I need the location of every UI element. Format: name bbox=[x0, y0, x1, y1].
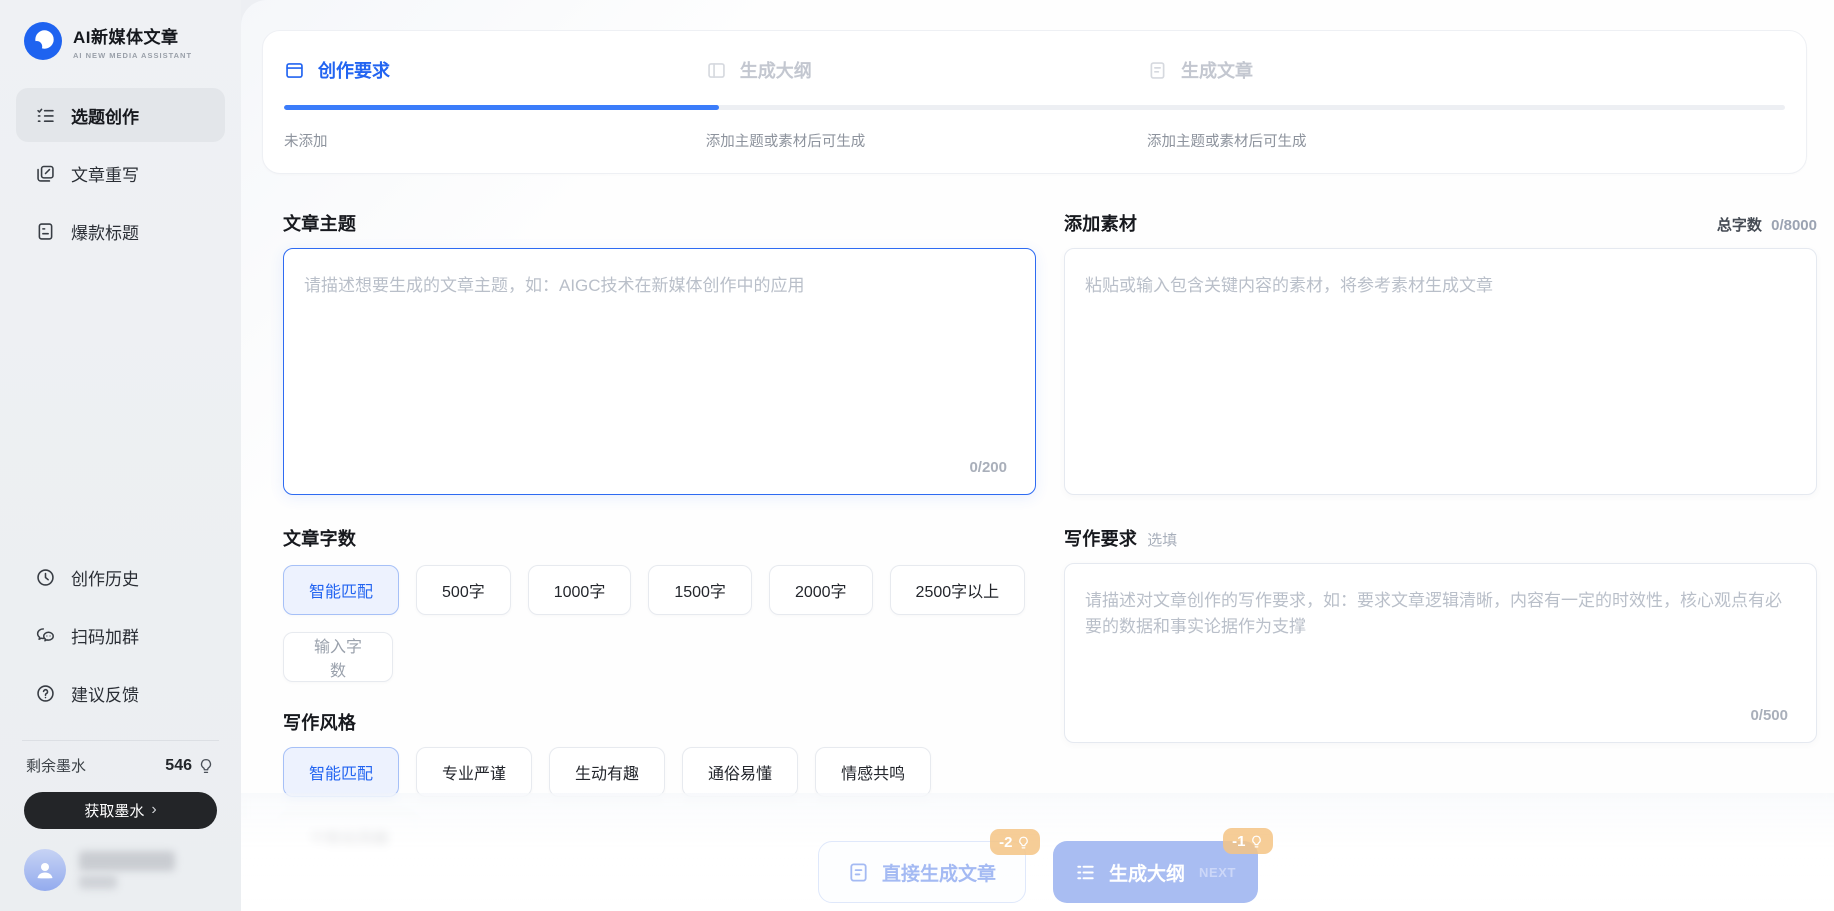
next-tag: NEXT bbox=[1199, 865, 1236, 880]
sidebar-item-feedback[interactable]: 建议反馈 bbox=[16, 666, 225, 720]
sidebar-item-label: 爆款标题 bbox=[71, 219, 139, 244]
article-doc-icon bbox=[1147, 60, 1168, 81]
cost-badge: -2 bbox=[990, 829, 1039, 855]
checklist-icon bbox=[35, 105, 56, 126]
stepper-progress-fill bbox=[284, 105, 719, 110]
sidebar-item-label: 选题创作 bbox=[71, 103, 139, 128]
chevron-right-icon: › bbox=[151, 801, 156, 819]
sidebar-item-label: 扫码加群 bbox=[71, 623, 139, 648]
sidebar-item-article-rewrite[interactable]: 文章重写 bbox=[16, 146, 225, 200]
chat-group-icon bbox=[35, 625, 56, 646]
material-textarea[interactable] bbox=[1065, 249, 1816, 494]
cost-value: -1 bbox=[1232, 833, 1245, 850]
step-label: 创作要求 bbox=[318, 57, 390, 83]
sidebar-item-hot-headline[interactable]: 爆款标题 bbox=[16, 204, 225, 258]
requirements-label: 写作要求 bbox=[1064, 525, 1137, 551]
generate-outline-button[interactable]: -1 生成大纲 NEXT bbox=[1053, 841, 1258, 903]
requirements-input-box: 0/500 bbox=[1064, 563, 1817, 743]
list-icon bbox=[1074, 861, 1097, 884]
step-status: 未添加 bbox=[284, 130, 706, 151]
step-label: 生成大纲 bbox=[740, 57, 812, 83]
material-total-counter: 总字数 0/8000 bbox=[1717, 214, 1817, 235]
word-count-option-2000[interactable]: 2000字 bbox=[769, 565, 873, 615]
style-option-vivid[interactable]: 生动有趣 bbox=[549, 747, 665, 797]
step-status: 添加主题或素材后可生成 bbox=[706, 130, 1147, 151]
cost-value: -2 bbox=[999, 834, 1012, 851]
article-doc-icon bbox=[847, 861, 870, 884]
word-count-option-2500plus[interactable]: 2500字以上 bbox=[890, 565, 1026, 615]
step-generate-outline[interactable]: 生成大纲 bbox=[706, 57, 1147, 83]
headline-doc-icon bbox=[35, 221, 56, 242]
window-icon bbox=[284, 60, 305, 81]
user-profile[interactable] bbox=[16, 849, 225, 891]
ink-bulb-icon bbox=[1016, 835, 1031, 850]
step-generate-article[interactable]: 生成文章 bbox=[1147, 57, 1785, 83]
generate-outline-label: 生成大纲 bbox=[1109, 859, 1185, 886]
person-icon bbox=[33, 858, 57, 882]
step-label: 生成文章 bbox=[1181, 57, 1253, 83]
ink-bulb-icon bbox=[1249, 834, 1264, 849]
material-input-box bbox=[1064, 248, 1817, 495]
user-name-redacted bbox=[79, 851, 175, 889]
word-count-label: 文章字数 bbox=[283, 525, 356, 551]
sidebar-item-topic-creation[interactable]: 选题创作 bbox=[16, 88, 225, 142]
ink-bulb-icon bbox=[197, 757, 215, 775]
style-option-professional[interactable]: 专业严谨 bbox=[416, 747, 532, 797]
step-creation-requirements[interactable]: 创作要求 bbox=[284, 57, 706, 83]
rewrite-icon bbox=[35, 163, 56, 184]
app-logo-icon bbox=[24, 22, 62, 60]
sidebar-item-label: 建议反馈 bbox=[71, 681, 139, 706]
sidebar: AI新媒体文章 AI NEW MEDIA ASSISTANT 选题创作 文章重写… bbox=[0, 0, 241, 911]
word-count-option-1000[interactable]: 1000字 bbox=[528, 565, 632, 615]
writing-style-label: 写作风格 bbox=[283, 709, 356, 735]
requirements-textarea[interactable] bbox=[1065, 564, 1816, 742]
sidebar-item-scan-join-group[interactable]: 扫码加群 bbox=[16, 608, 225, 662]
word-count-custom-input[interactable]: 输入字数 bbox=[283, 632, 393, 682]
generate-article-directly-button[interactable]: -2 直接生成文章 bbox=[818, 841, 1026, 903]
avatar bbox=[24, 849, 66, 891]
sidebar-item-creation-history[interactable]: 创作历史 bbox=[16, 550, 225, 604]
style-option-emotional[interactable]: 情感共鸣 bbox=[815, 747, 931, 797]
sidebar-item-label: 文章重写 bbox=[71, 161, 139, 186]
main-content: 创作要求 生成大纲 生成文章 未添加 添加主题或素材后可生成 添加主题或素材后可… bbox=[241, 0, 1834, 911]
generate-article-label: 直接生成文章 bbox=[882, 859, 996, 886]
requirements-char-counter: 0/500 bbox=[1750, 707, 1788, 724]
ink-balance-value: 546 bbox=[165, 757, 192, 775]
app-logo: AI新媒体文章 AI NEW MEDIA ASSISTANT bbox=[24, 22, 225, 60]
topic-label: 文章主题 bbox=[283, 210, 356, 236]
topic-input-box: 0/200 bbox=[283, 248, 1036, 495]
sidebar-item-label: 创作历史 bbox=[71, 565, 139, 590]
history-clock-icon bbox=[35, 567, 56, 588]
optional-tag: 选填 bbox=[1147, 529, 1177, 550]
stepper-card: 创作要求 生成大纲 生成文章 未添加 添加主题或素材后可生成 添加主题或素材后可… bbox=[262, 30, 1807, 174]
stepper-progress-track bbox=[284, 105, 1785, 110]
app-title: AI新媒体文章 bbox=[73, 23, 192, 48]
style-option-accessible[interactable]: 通俗易懂 bbox=[682, 747, 798, 797]
material-label: 添加素材 bbox=[1064, 210, 1137, 236]
sidebar-divider bbox=[22, 740, 219, 741]
topic-char-counter: 0/200 bbox=[969, 459, 1007, 476]
cost-badge: -1 bbox=[1223, 828, 1272, 854]
word-count-option-500[interactable]: 500字 bbox=[416, 565, 511, 615]
footer-action-bar: -2 直接生成文章 -1 生成大纲 NEXT bbox=[241, 793, 1834, 911]
step-status: 添加主题或素材后可生成 bbox=[1147, 130, 1785, 151]
word-count-chips: 智能匹配 500字 1000字 1500字 2000字 2500字以上 输入字数 bbox=[283, 565, 1036, 682]
word-count-option-1500[interactable]: 1500字 bbox=[648, 565, 752, 615]
get-ink-button[interactable]: 获取墨水 › bbox=[24, 792, 217, 829]
word-count-option-smart[interactable]: 智能匹配 bbox=[283, 565, 399, 615]
ink-balance-row: 剩余墨水 546 bbox=[16, 755, 225, 776]
feedback-question-icon bbox=[35, 683, 56, 704]
outline-layout-icon bbox=[706, 60, 727, 81]
style-option-smart[interactable]: 智能匹配 bbox=[283, 747, 399, 797]
topic-textarea[interactable] bbox=[284, 249, 1035, 494]
app-subtitle: AI NEW MEDIA ASSISTANT bbox=[73, 51, 192, 60]
ink-balance-label: 剩余墨水 bbox=[26, 755, 86, 776]
get-ink-label: 获取墨水 bbox=[84, 800, 144, 821]
